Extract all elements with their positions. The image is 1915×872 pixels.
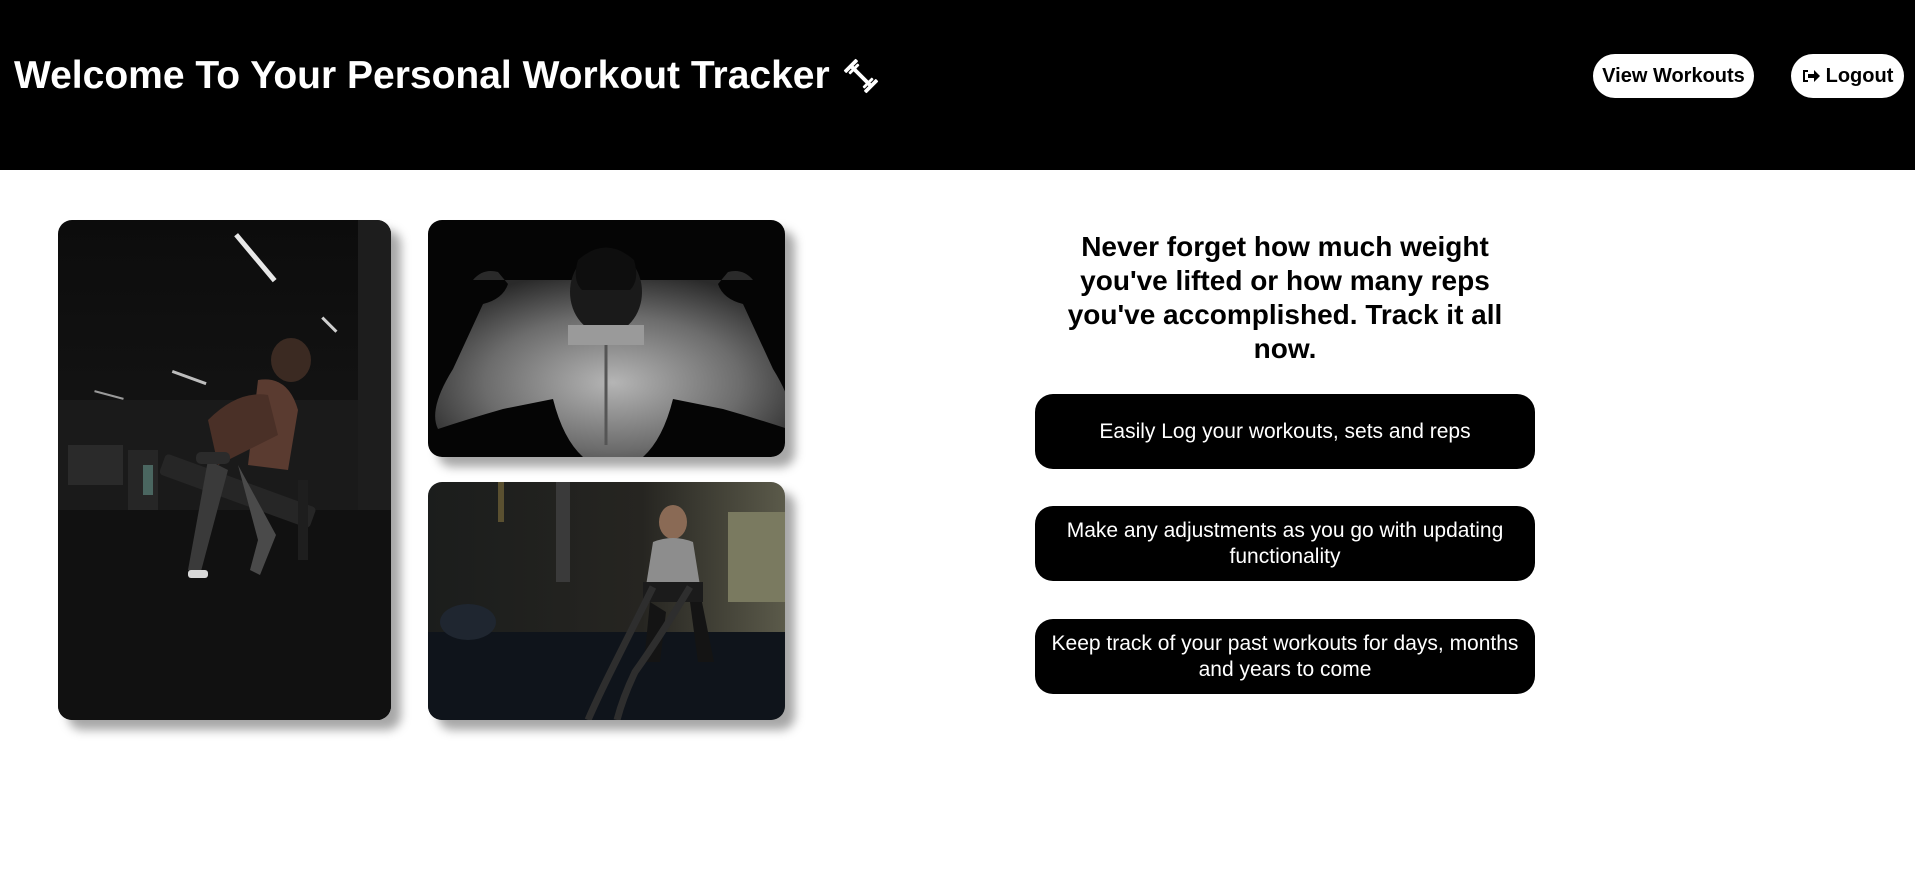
man-battle-ropes-photo [428,482,785,720]
feature-text: Keep track of your past workouts for day… [1051,631,1519,681]
feature-card-history: Keep track of your past workouts for day… [1035,619,1535,694]
feature-text: Make any adjustments as you go with upda… [1066,518,1504,568]
man-flexing-back-photo [428,220,785,457]
logout-button[interactable]: Logout [1791,54,1904,98]
view-workouts-label: View Workouts [1602,64,1745,87]
header-bar: Welcome To Your Personal Workout Tracker… [0,0,1915,170]
page-title-text: Welcome To Your Personal Workout Tracker [14,54,830,97]
feature-card-log: Easily Log your workouts, sets and reps [1035,394,1535,469]
tagline-heading: Never forget how much weight you've lift… [1067,231,1503,364]
sign-out-icon [1802,70,1820,82]
feature-text: Easily Log your workouts, sets and reps [1099,419,1471,443]
page-title: Welcome To Your Personal Workout Tracker [14,50,880,102]
logout-label: Logout [1825,64,1894,87]
dumbbell-icon [842,57,880,95]
woman-dumbbell-row-photo [58,220,391,720]
feature-card-adjust: Make any adjustments as you go with upda… [1035,506,1535,581]
view-workouts-button[interactable]: View Workouts [1593,54,1754,98]
